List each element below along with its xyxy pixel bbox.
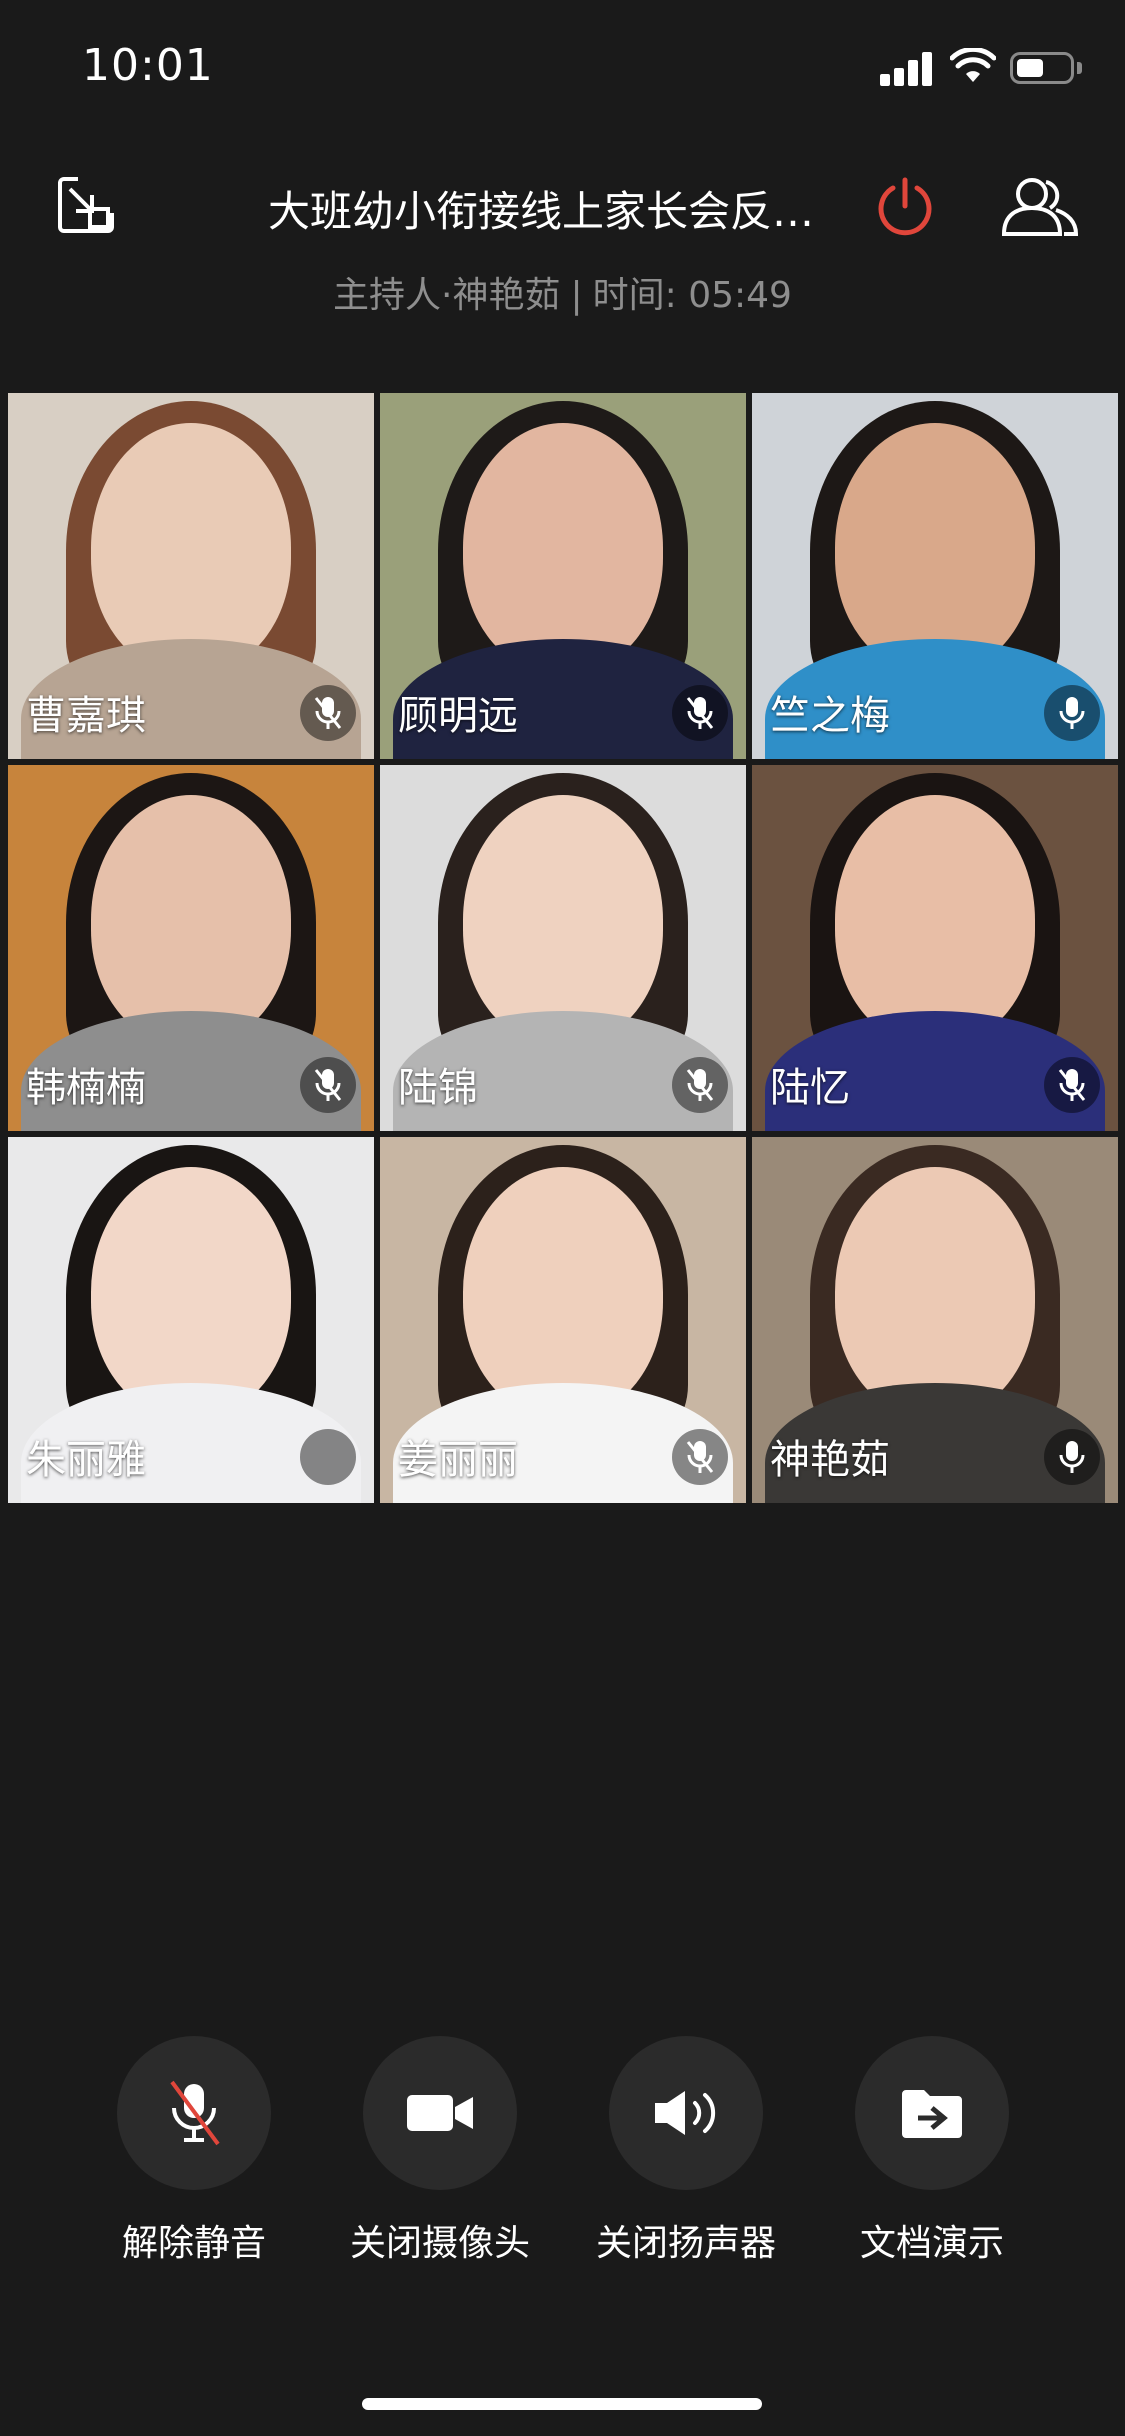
mic-muted-icon bbox=[1044, 1057, 1100, 1113]
participant-name: 竺之梅 bbox=[770, 693, 890, 739]
participant-name: 顾明远 bbox=[398, 693, 518, 739]
video-tile[interactable]: 竺之梅 bbox=[752, 393, 1118, 759]
meta-separator: | bbox=[570, 275, 583, 316]
camera-circle[interactable] bbox=[363, 2036, 517, 2190]
meeting-timer: 时间: 05:49 bbox=[592, 275, 792, 316]
status-bar: 10:01 bbox=[0, 0, 1125, 140]
host-label: 主持人·神艳茹 bbox=[333, 275, 561, 316]
video-camera-icon bbox=[407, 2095, 473, 2131]
status-time: 10:01 bbox=[82, 40, 214, 91]
speaker-circle[interactable] bbox=[609, 2036, 763, 2190]
video-tile[interactable]: 神艳茹 bbox=[752, 1137, 1118, 1503]
participant-name: 曹嘉琪 bbox=[26, 693, 146, 739]
microphone-muted-icon bbox=[170, 2080, 220, 2146]
doc-present-label: 文档演示 bbox=[859, 2223, 1004, 2264]
participant-name: 陆忆 bbox=[770, 1065, 850, 1111]
power-icon[interactable] bbox=[874, 176, 936, 238]
cellular-signal-icon bbox=[880, 52, 938, 86]
participant-name: 陆锦 bbox=[398, 1065, 478, 1111]
participant-name: 韩楠楠 bbox=[26, 1065, 146, 1111]
battery-cap bbox=[1077, 62, 1082, 74]
shrink-window-icon[interactable] bbox=[56, 175, 116, 235]
doc-present-button[interactable]: 文档演示 bbox=[832, 2036, 1032, 2266]
camera-off-label: 关闭摄像头 bbox=[349, 2223, 530, 2264]
unmute-circle[interactable] bbox=[117, 2036, 271, 2190]
microphone-icon bbox=[1044, 1429, 1100, 1485]
members-icon[interactable] bbox=[1000, 176, 1080, 238]
participant-name: 姜丽丽 bbox=[398, 1437, 518, 1483]
folder-share-icon bbox=[902, 2090, 962, 2138]
video-grid: 曹嘉琪 顾明远 竺之梅 韩楠楠 陆锦 陆忆 朱丽雅 姜丽丽 神艳茹 bbox=[8, 393, 1118, 1503]
camera-off-button[interactable]: 关闭摄像头 bbox=[340, 2036, 540, 2266]
video-tile[interactable]: 姜丽丽 bbox=[380, 1137, 746, 1503]
speaker-off-button[interactable]: 关闭扬声器 bbox=[586, 2036, 786, 2266]
unmute-button[interactable]: 解除静音 bbox=[94, 2036, 294, 2266]
unmute-label: 解除静音 bbox=[121, 2223, 266, 2264]
meeting-meta: 主持人·神艳茹 | 时间: 05:49 bbox=[0, 266, 1125, 318]
video-tile[interactable]: 曹嘉琪 bbox=[8, 393, 374, 759]
home-indicator[interactable] bbox=[362, 2398, 762, 2410]
meeting-title: 大班幼小衔接线上家长会反… bbox=[268, 187, 815, 236]
video-tile[interactable]: 韩楠楠 bbox=[8, 765, 374, 1131]
video-tile[interactable]: 陆忆 bbox=[752, 765, 1118, 1131]
mic-muted-icon bbox=[300, 685, 356, 741]
video-tile[interactable]: 顾明远 bbox=[380, 393, 746, 759]
video-tile[interactable]: 陆锦 bbox=[380, 765, 746, 1131]
speaking-indicator bbox=[300, 1429, 356, 1485]
participant-name: 神艳茹 bbox=[770, 1437, 890, 1483]
mic-muted-icon bbox=[300, 1057, 356, 1113]
battery-icon bbox=[1010, 52, 1074, 84]
participant-name: 朱丽雅 bbox=[26, 1437, 146, 1483]
microphone-icon bbox=[1044, 685, 1100, 741]
mic-muted-icon bbox=[672, 1057, 728, 1113]
doc-circle[interactable] bbox=[855, 2036, 1009, 2190]
video-tile[interactable]: 朱丽雅 bbox=[8, 1137, 374, 1503]
mic-muted-icon bbox=[672, 685, 728, 741]
wifi-icon bbox=[950, 48, 996, 82]
mic-muted-icon bbox=[672, 1429, 728, 1485]
speaker-off-label: 关闭扬声器 bbox=[595, 2223, 776, 2264]
speaker-icon bbox=[655, 2091, 716, 2135]
